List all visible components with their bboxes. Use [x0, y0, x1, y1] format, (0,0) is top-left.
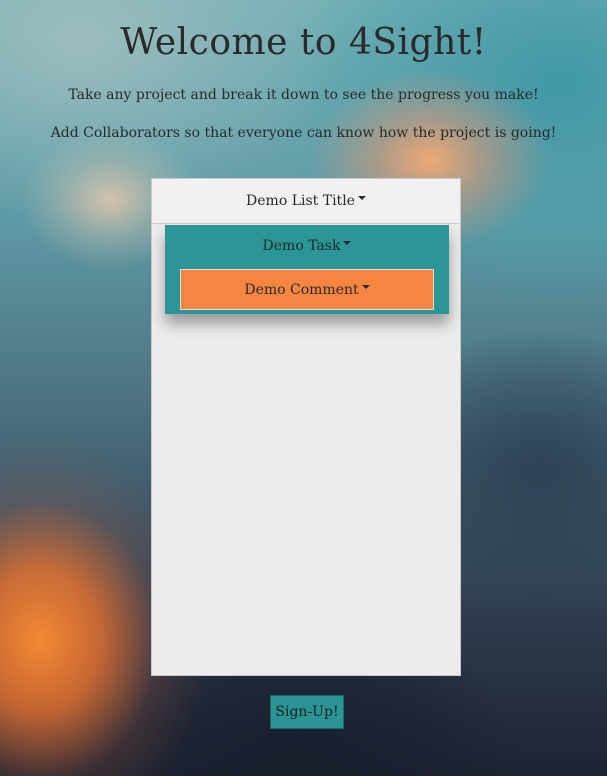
caret-down-icon [343, 241, 352, 245]
caret-down-icon [357, 196, 366, 200]
demo-task-card: Demo Task Demo Comment [165, 225, 449, 314]
demo-list-card: Demo List Title Demo Task Demo Comment [151, 178, 461, 676]
tagline-collaborators: Add Collaborators so that everyone can k… [50, 125, 557, 141]
signup-button[interactable]: Sign-Up! [270, 695, 344, 729]
page-content: Welcome to 4Sight! Take any project and … [0, 0, 607, 776]
comment-title-label: Demo Comment [244, 281, 359, 298]
caret-down-icon [361, 284, 370, 289]
list-title-dropdown[interactable]: Demo List Title [152, 179, 460, 224]
tagline-breakdown: Take any project and break it down to se… [68, 87, 539, 103]
task-title-label: Demo Task [262, 238, 341, 254]
comment-dropdown[interactable]: Demo Comment [180, 269, 434, 310]
task-title-dropdown[interactable]: Demo Task [165, 225, 449, 267]
list-title-label: Demo List Title [246, 193, 355, 209]
page-title: Welcome to 4Sight! [120, 22, 487, 63]
